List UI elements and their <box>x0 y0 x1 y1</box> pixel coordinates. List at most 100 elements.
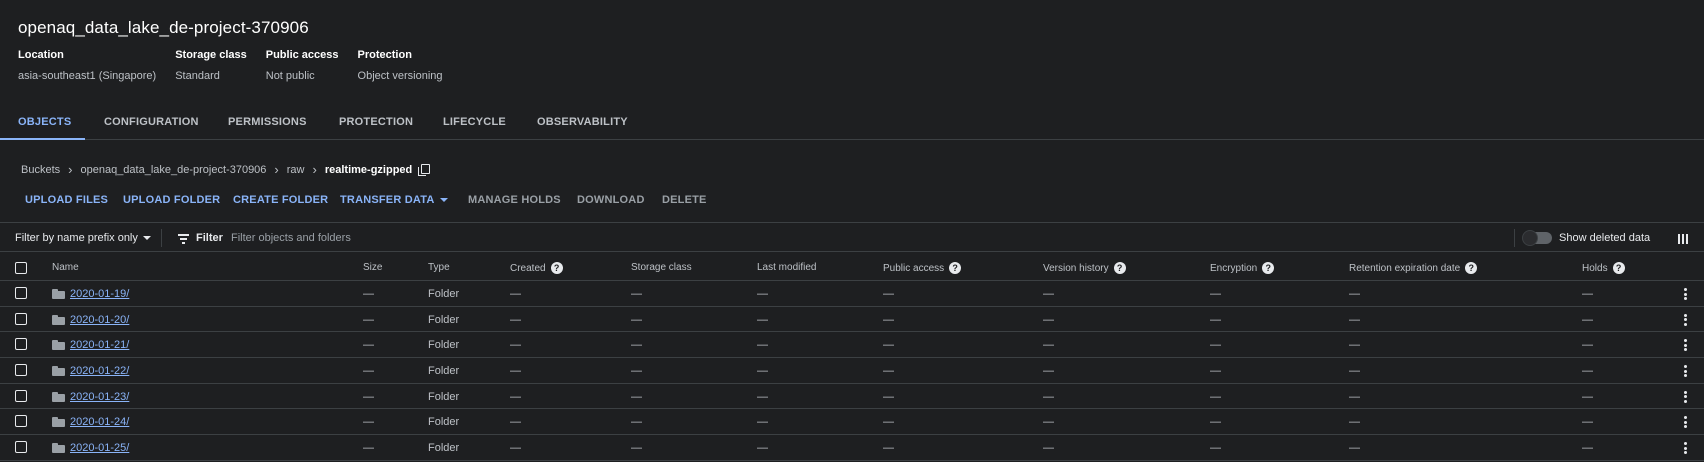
delete-button[interactable]: DELETE <box>662 194 707 206</box>
help-icon[interactable]: ? <box>949 262 962 274</box>
upload-files-button[interactable]: UPLOAD FILES <box>25 194 108 206</box>
column-display-icon[interactable] <box>1678 234 1688 244</box>
table-row[interactable]: 2020-01-20/ — Folder — — — — — — — — <box>0 307 1704 333</box>
filter-bar: Filter by name prefix only Filter Show d… <box>0 222 1704 252</box>
show-deleted-toggle[interactable] <box>1522 230 1552 246</box>
page-title: openaq_data_lake_de-project-370906 <box>18 18 309 37</box>
col-version-history[interactable]: Version history? <box>1043 262 1126 274</box>
cell-type: Folder <box>428 390 460 403</box>
more-options-icon[interactable] <box>1684 416 1688 429</box>
folder-link[interactable]: 2020-01-22/ <box>70 365 129 377</box>
cell-created: — <box>510 390 521 403</box>
more-options-icon[interactable] <box>1684 339 1688 352</box>
caret-down-icon <box>440 198 449 203</box>
col-holds-label: Holds <box>1582 262 1608 274</box>
cell-type: Folder <box>428 442 460 455</box>
col-retention[interactable]: Retention expiration date? <box>1349 262 1478 274</box>
table-row[interactable]: 2020-01-23/ — Folder — — — — — — — — <box>0 384 1704 410</box>
table-row[interactable]: 2020-01-22/ — Folder — — — — — — — — <box>0 358 1704 384</box>
folder-link[interactable]: 2020-01-19/ <box>70 288 129 300</box>
breadcrumb: Buckets › openaq_data_lake_de-project-37… <box>21 162 431 177</box>
chevron-right-icon: › <box>274 162 279 177</box>
folder-link[interactable]: 2020-01-24/ <box>70 416 129 428</box>
folder-link[interactable]: 2020-01-20/ <box>70 314 129 326</box>
breadcrumb-raw[interactable]: raw <box>287 164 305 176</box>
cell-public-access: — <box>883 416 894 429</box>
col-version-history-label: Version history <box>1043 262 1109 274</box>
more-options-icon[interactable] <box>1684 288 1688 300</box>
folder-link[interactable]: 2020-01-25/ <box>70 442 129 454</box>
tab-lifecycle[interactable]: LIFECYCLE <box>443 116 506 128</box>
col-last-modified[interactable]: Last modified <box>757 262 816 273</box>
folder-link[interactable]: 2020-01-21/ <box>70 339 129 351</box>
help-icon[interactable]: ? <box>1262 262 1275 274</box>
cell-public-access: — <box>883 365 894 378</box>
tab-permissions[interactable]: PERMISSIONS <box>228 116 307 128</box>
row-checkbox[interactable] <box>15 287 27 299</box>
tab-configuration[interactable]: CONFIGURATION <box>104 116 199 128</box>
transfer-data-button[interactable]: TRANSFER DATA <box>340 194 449 206</box>
help-icon[interactable]: ? <box>1113 262 1126 274</box>
breadcrumb-bucket[interactable]: openaq_data_lake_de-project-370906 <box>80 164 266 176</box>
more-options-icon[interactable] <box>1684 313 1688 326</box>
table-row[interactable]: 2020-01-25/ — Folder — — — — — — — — <box>0 435 1704 461</box>
cell-size: — <box>363 288 374 300</box>
folder-link[interactable]: 2020-01-23/ <box>70 391 129 403</box>
col-public-access[interactable]: Public access? <box>883 262 962 274</box>
prefix-filter-dropdown[interactable]: Filter by name prefix only <box>15 232 151 244</box>
table-row[interactable]: 2020-01-19/ — Folder — — — — — — — — <box>0 281 1704 307</box>
cell-storage-class: — <box>631 390 642 403</box>
copy-icon[interactable] <box>418 163 431 176</box>
table-body: 2020-01-19/ — Folder — — — — — — — — 2020-01-20/ — Fo… <box>0 281 1704 461</box>
meta-protection: Protection Object versioning <box>358 49 443 82</box>
breadcrumb-buckets[interactable]: Buckets <box>21 164 60 176</box>
tab-objects[interactable]: OBJECTS <box>18 116 71 128</box>
more-options-icon[interactable] <box>1684 365 1688 378</box>
tab-observability[interactable]: OBSERVABILITY <box>537 116 628 128</box>
folder-icon <box>52 391 65 402</box>
help-icon[interactable]: ? <box>1465 262 1478 274</box>
col-retention-label: Retention expiration date <box>1349 262 1461 274</box>
cell-version-history: — <box>1043 442 1054 455</box>
cell-version-history: — <box>1043 416 1054 429</box>
tab-protection[interactable]: PROTECTION <box>339 116 413 128</box>
cell-type: Folder <box>428 339 460 352</box>
col-encryption[interactable]: Encryption? <box>1210 262 1275 274</box>
row-checkbox[interactable] <box>15 441 27 454</box>
row-checkbox[interactable] <box>15 364 27 377</box>
col-storage-class[interactable]: Storage class <box>631 262 692 273</box>
row-checkbox[interactable] <box>15 312 27 325</box>
cell-size: — <box>363 442 374 455</box>
cell-storage-class: — <box>631 339 642 352</box>
col-name[interactable]: Name <box>52 262 79 273</box>
download-button[interactable]: DOWNLOAD <box>577 194 645 206</box>
cell-holds: — <box>1582 390 1593 403</box>
row-checkbox[interactable] <box>15 415 27 428</box>
meta-label: Location <box>18 49 64 61</box>
help-icon[interactable]: ? <box>550 262 563 274</box>
create-folder-button[interactable]: CREATE FOLDER <box>233 194 328 206</box>
row-checkbox[interactable] <box>15 338 27 351</box>
row-checkbox[interactable] <box>15 389 27 402</box>
meta-storage-class: Storage class Standard <box>175 49 247 82</box>
select-all-checkbox[interactable] <box>15 262 27 274</box>
col-type[interactable]: Type <box>428 262 450 273</box>
filter-input[interactable] <box>231 228 531 248</box>
manage-holds-button[interactable]: MANAGE HOLDS <box>468 194 561 206</box>
help-icon[interactable]: ? <box>1612 262 1625 274</box>
cell-version-history: — <box>1043 365 1054 378</box>
col-size[interactable]: Size <box>363 262 382 273</box>
col-holds[interactable]: Holds? <box>1582 262 1625 274</box>
meta-public-access: Public access Not public <box>266 49 339 82</box>
table-row[interactable]: 2020-01-24/ — Folder — — — — — — — — <box>0 409 1704 436</box>
upload-folder-button[interactable]: UPLOAD FOLDER <box>123 194 220 206</box>
caret-down-icon <box>142 236 151 241</box>
cell-public-access: — <box>883 442 894 455</box>
cell-encryption: — <box>1210 288 1221 300</box>
divider <box>1514 229 1515 247</box>
more-options-icon[interactable] <box>1684 442 1688 455</box>
col-created[interactable]: Created? <box>510 262 563 274</box>
cell-holds: — <box>1582 442 1593 455</box>
more-options-icon[interactable] <box>1684 390 1688 403</box>
table-row[interactable]: 2020-01-21/ — Folder — — — — — — — — <box>0 332 1704 359</box>
